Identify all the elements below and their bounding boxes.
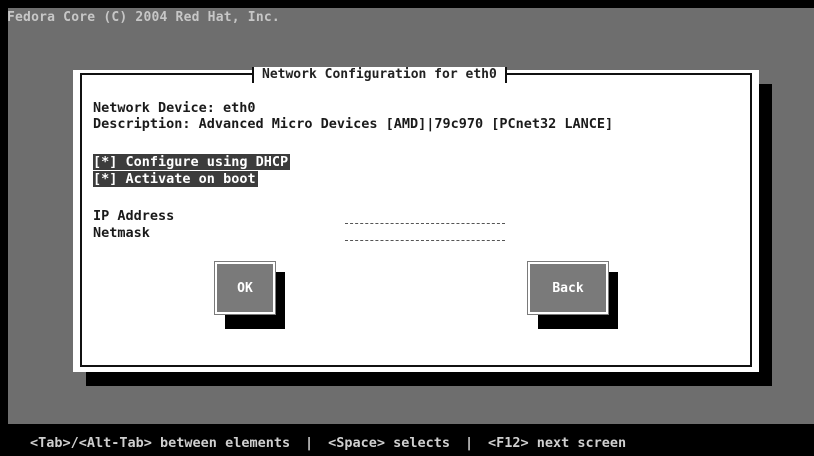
checkbox-label: Activate on boot [125, 171, 256, 187]
ip-address-field[interactable] [345, 207, 505, 224]
network-config-dialog: Network Configuration for eth0 Network D… [73, 67, 759, 372]
hint-space: <Space> selects [328, 435, 451, 451]
terminal-screen: Fedora Core (C) 2004 Red Hat, Inc. Netwo… [0, 0, 814, 456]
dialog-title: Network Configuration for eth0 [252, 67, 507, 83]
back-button[interactable]: Back [527, 261, 609, 315]
header-copyright: Fedora Core (C) 2004 Red Hat, Inc. [7, 10, 280, 25]
hint-tab: <Tab>/<Alt-Tab> between elements [30, 435, 291, 451]
ip-address-label: IP Address [93, 208, 175, 224]
netmask-label: Netmask [93, 225, 150, 241]
checkbox-mark: [*] [93, 154, 118, 170]
description-line: Description: Advanced Micro Devices [AMD… [93, 116, 614, 132]
checkbox-label: Configure using DHCP [125, 154, 289, 170]
checkbox-mark: [*] [93, 171, 118, 187]
hint-f12: <F12> next screen [488, 435, 627, 451]
checkbox-activate-on-boot[interactable]: [*] Activate on boot [93, 171, 258, 187]
network-device-line: Network Device: eth0 [93, 100, 256, 116]
checkbox-configure-dhcp[interactable]: [*] Configure using DHCP [93, 154, 291, 170]
netmask-field[interactable] [345, 224, 505, 241]
hint-separator: | [464, 435, 474, 451]
ok-button[interactable]: OK [214, 261, 276, 315]
footer-hints: <Tab>/<Alt-Tab> between elements | <Space>… [0, 431, 814, 456]
hint-separator: | [305, 435, 314, 451]
